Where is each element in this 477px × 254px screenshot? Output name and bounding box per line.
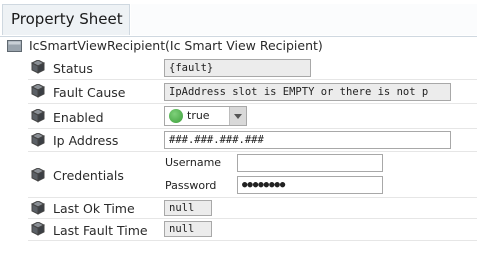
status-label: Status	[53, 61, 93, 76]
cube-icon	[31, 84, 45, 98]
ip-address-label: Ip Address	[53, 133, 119, 148]
cube-icon	[31, 109, 45, 123]
property-row-credentials: Credentials Username Password ●●●●●●●●	[0, 152, 477, 198]
password-input[interactable]: ●●●●●●●●	[237, 176, 383, 194]
status-field: {fault}	[164, 59, 311, 77]
tab-bar: Property Sheet	[0, 0, 477, 37]
tab-title: Property Sheet	[11, 10, 123, 28]
fault-cause-field: IpAddress slot is EMPTY or there is not …	[164, 83, 451, 101]
tab-property-sheet[interactable]: Property Sheet	[2, 4, 130, 35]
property-row-enabled: Enabled true	[0, 104, 477, 129]
property-row-ip-address: Ip Address ###.###.###.###	[0, 129, 477, 152]
password-label: Password	[165, 179, 217, 192]
enabled-label: Enabled	[53, 110, 104, 125]
green-dot-icon	[169, 109, 183, 123]
username-input[interactable]	[237, 154, 383, 172]
property-row-last-ok-time: Last Ok Time null	[0, 198, 477, 219]
root-name: IcSmartViewRecipient	[29, 38, 166, 53]
cube-icon	[31, 222, 45, 236]
ip-address-input[interactable]: ###.###.###.###	[164, 131, 451, 149]
root-row[interactable]: IcSmartViewRecipient (Ic Smart View Reci…	[0, 37, 477, 55]
property-row-last-fault-time: Last Fault Time null	[0, 219, 477, 241]
cube-icon	[31, 133, 45, 147]
last-fault-time-field: null	[164, 221, 212, 237]
username-label: Username	[165, 156, 222, 169]
cube-icon	[31, 168, 45, 182]
property-row-fault-cause: Fault Cause IpAddress slot is EMPTY or t…	[0, 80, 477, 104]
credentials-label: Credentials	[53, 168, 124, 183]
enabled-value: true	[187, 109, 210, 122]
enabled-dropdown[interactable]: true	[164, 106, 247, 126]
last-ok-time-field: null	[164, 200, 212, 216]
chevron-down-icon[interactable]	[229, 107, 246, 125]
root-type: (Ic Smart View Recipient)	[165, 38, 323, 53]
last-fault-time-label: Last Fault Time	[53, 223, 148, 238]
last-ok-time-label: Last Ok Time	[53, 201, 135, 216]
property-row-status: Status {fault}	[0, 56, 477, 80]
fault-cause-label: Fault Cause	[53, 85, 126, 100]
cube-icon	[31, 60, 45, 74]
cube-icon	[31, 201, 45, 215]
row-divider	[28, 240, 477, 241]
component-icon	[7, 40, 22, 52]
tab-strip-background	[131, 4, 477, 35]
